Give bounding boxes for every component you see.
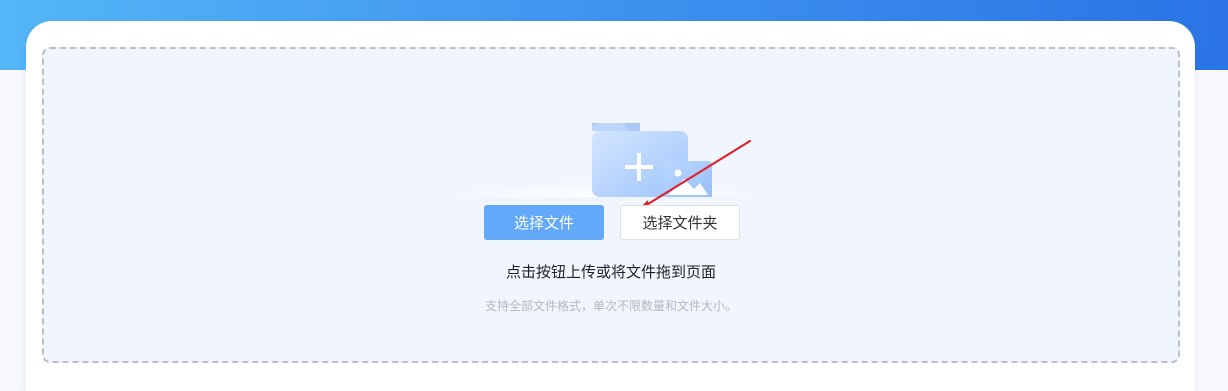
upload-dropzone[interactable]: 选择文件 选择文件夹 点击按钮上传或将文件拖到页面 支持全部文件格式，单次不限数… (42, 47, 1180, 363)
upload-subhint: 支持全部文件格式，单次不限数量和文件大小。 (484, 299, 737, 313)
select-folder-button[interactable]: 选择文件夹 (620, 205, 740, 240)
select-file-button[interactable]: 选择文件 (484, 205, 604, 240)
upload-hint: 点击按钮上传或将文件拖到页面 (505, 263, 716, 281)
upload-card: 选择文件 选择文件夹 点击按钮上传或将文件拖到页面 支持全部文件格式，单次不限数… (26, 21, 1195, 391)
